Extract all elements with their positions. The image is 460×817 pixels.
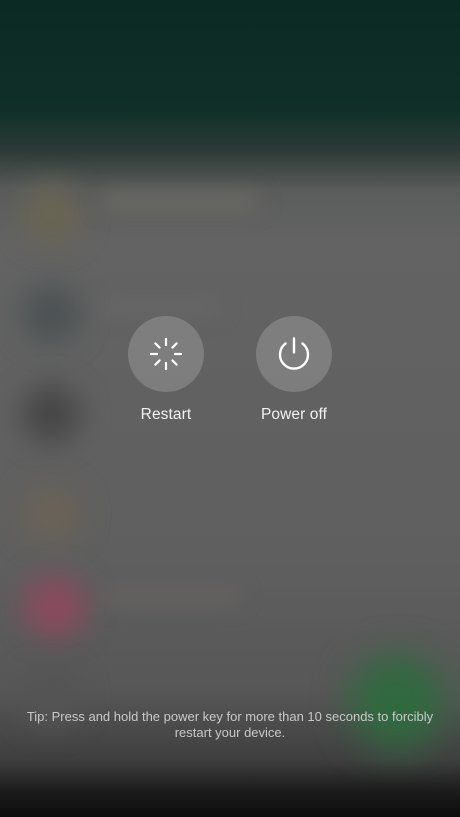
blurred-app-icon <box>24 575 86 637</box>
restart-option[interactable]: Restart <box>106 316 226 424</box>
spinner-icon <box>149 337 183 371</box>
power-off-label: Power off <box>260 406 328 423</box>
power-options: Restart Power off <box>0 316 460 436</box>
power-off-button[interactable] <box>256 316 332 392</box>
tip-text: Tip: Press and hold the power key for mo… <box>26 709 434 740</box>
blurred-text-line <box>100 300 220 314</box>
power-off-option[interactable]: Power off <box>234 316 354 424</box>
blurred-app-icon <box>22 185 80 243</box>
blurred-app-icon <box>22 485 80 543</box>
blurred-text-line <box>100 195 260 209</box>
power-menu-screen: Restart Power off Tip: Press and hold th… <box>0 0 460 817</box>
restart-label: Restart <box>140 406 192 423</box>
restart-button[interactable] <box>128 316 204 392</box>
blurred-text-line <box>100 590 240 604</box>
power-icon <box>278 337 310 370</box>
